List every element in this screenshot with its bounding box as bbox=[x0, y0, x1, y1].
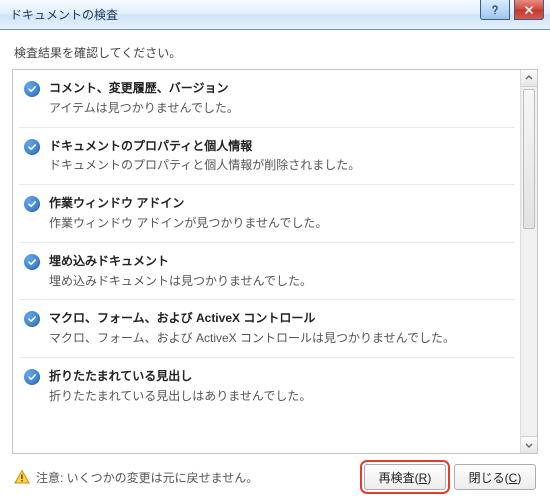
result-texts: ドキュメントのプロパティと個人情報ドキュメントのプロパティと個人情報が削除されま… bbox=[43, 138, 510, 175]
check-icon bbox=[24, 311, 40, 327]
result-title: コメント、変更履歴、バージョン bbox=[49, 80, 510, 97]
result-title: マクロ、フォーム、および ActiveX コントロール bbox=[49, 310, 510, 327]
results-list: コメント、変更履歴、バージョンアイテムは見つかりませんでした。ドキュメントのプロ… bbox=[13, 70, 520, 453]
result-desc: 折りたたまれている見出しはありませんでした。 bbox=[49, 388, 510, 405]
result-status-icon bbox=[21, 139, 43, 155]
check-icon bbox=[24, 81, 40, 97]
result-status-icon bbox=[21, 196, 43, 212]
result-texts: 作業ウィンドウ アドイン作業ウィンドウ アドインが見つかりませんでした。 bbox=[43, 195, 510, 232]
result-status-icon bbox=[21, 254, 43, 270]
title-bar: ドキュメントの検査 bbox=[0, 0, 550, 30]
scroll-down-arrow[interactable] bbox=[521, 436, 537, 453]
result-title: 折りたたまれている見出し bbox=[49, 368, 510, 385]
scrollbar-thumb[interactable] bbox=[523, 89, 535, 229]
check-icon bbox=[24, 139, 40, 155]
check-icon bbox=[24, 254, 40, 270]
result-desc: 埋め込みドキュメントは見つかりませんでした。 bbox=[49, 273, 510, 290]
result-desc: マクロ、フォーム、および ActiveX コントロールは見つかりませんでした。 bbox=[49, 330, 510, 347]
check-icon bbox=[24, 369, 40, 385]
instructions-text: 検査結果を確認してください。 bbox=[14, 44, 536, 61]
result-texts: マクロ、フォーム、および ActiveX コントロールマクロ、フォーム、および … bbox=[43, 310, 510, 347]
dialog-footer: 注意: いくつかの変更は元に戻せません。 再検査(R) 閉じる(C) bbox=[12, 454, 538, 492]
result-texts: 埋め込みドキュメント埋め込みドキュメントは見つかりませんでした。 bbox=[43, 253, 510, 290]
close-button-label: 閉じる(C) bbox=[469, 471, 522, 485]
reinspect-button-label: 再検査(R) bbox=[379, 471, 432, 485]
warning-icon bbox=[14, 469, 30, 485]
result-item: 埋め込みドキュメント埋め込みドキュメントは見つかりませんでした。 bbox=[19, 243, 514, 301]
result-desc: 作業ウィンドウ アドインが見つかりませんでした。 bbox=[49, 215, 510, 232]
close-window-button[interactable] bbox=[514, 0, 544, 20]
close-button[interactable]: 閉じる(C) bbox=[454, 464, 536, 490]
scroll-up-arrow[interactable] bbox=[521, 70, 537, 87]
reinspect-button[interactable]: 再検査(R) bbox=[364, 464, 446, 490]
result-item: 折りたたまれている見出し折りたたまれている見出しはありませんでした。 bbox=[19, 358, 514, 415]
window-title: ドキュメントの検査 bbox=[10, 6, 118, 23]
result-title: 作業ウィンドウ アドイン bbox=[49, 195, 510, 212]
result-texts: コメント、変更履歴、バージョンアイテムは見つかりませんでした。 bbox=[43, 80, 510, 117]
scrollbar-track[interactable] bbox=[521, 87, 537, 436]
result-item: ドキュメントのプロパティと個人情報ドキュメントのプロパティと個人情報が削除されま… bbox=[19, 128, 514, 186]
warning-text: 注意: いくつかの変更は元に戻せません。 bbox=[36, 469, 258, 486]
warning-row: 注意: いくつかの変更は元に戻せません。 bbox=[14, 469, 258, 486]
vertical-scrollbar[interactable] bbox=[520, 70, 537, 453]
help-icon bbox=[490, 5, 500, 15]
dialog-body: 検査結果を確認してください。 コメント、変更履歴、バージョンアイテムは見つかりま… bbox=[0, 30, 550, 500]
result-status-icon bbox=[21, 369, 43, 385]
result-desc: アイテムは見つかりませんでした。 bbox=[49, 100, 510, 117]
result-item: 作業ウィンドウ アドイン作業ウィンドウ アドインが見つかりませんでした。 bbox=[19, 185, 514, 243]
help-button[interactable] bbox=[480, 0, 510, 20]
close-icon bbox=[524, 5, 534, 15]
result-desc: ドキュメントのプロパティと個人情報が削除されました。 bbox=[49, 157, 510, 174]
result-title: ドキュメントのプロパティと個人情報 bbox=[49, 138, 510, 155]
titlebar-buttons bbox=[480, 0, 544, 22]
check-icon bbox=[24, 196, 40, 212]
result-texts: 折りたたまれている見出し折りたたまれている見出しはありませんでした。 bbox=[43, 368, 510, 405]
result-status-icon bbox=[21, 81, 43, 97]
result-item: マクロ、フォーム、および ActiveX コントロールマクロ、フォーム、および … bbox=[19, 300, 514, 358]
results-panel: コメント、変更履歴、バージョンアイテムは見つかりませんでした。ドキュメントのプロ… bbox=[12, 69, 538, 454]
result-item: コメント、変更履歴、バージョンアイテムは見つかりませんでした。 bbox=[19, 70, 514, 128]
result-title: 埋め込みドキュメント bbox=[49, 253, 510, 270]
result-status-icon bbox=[21, 311, 43, 327]
